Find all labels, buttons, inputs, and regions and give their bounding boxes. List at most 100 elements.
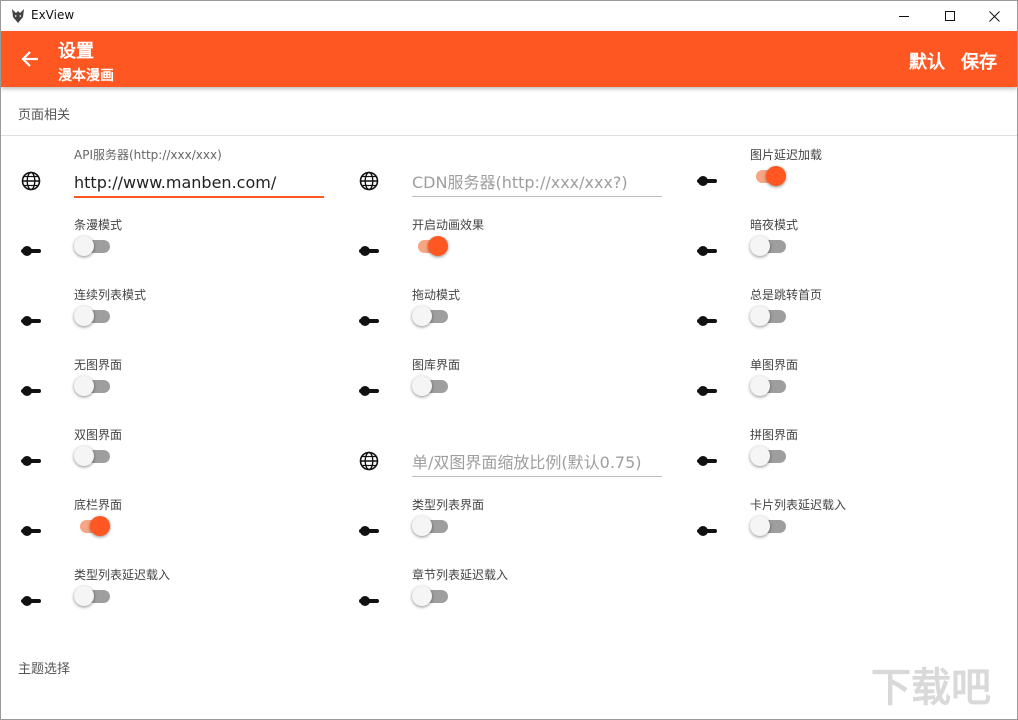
scale-input[interactable]: [412, 448, 662, 476]
setting-item: 卡片列表延迟载入: [695, 496, 995, 556]
setting-label: 开启动画效果: [412, 218, 485, 232]
setting-item: 双图界面: [19, 426, 319, 486]
setting-item: 类型列表界面: [357, 496, 657, 556]
setting-switch[interactable]: [74, 444, 114, 468]
setting-label: 图片延迟加载: [750, 148, 823, 162]
setting-switch[interactable]: [750, 444, 790, 468]
save-button[interactable]: 保存: [961, 48, 997, 74]
setting-switch[interactable]: [750, 374, 790, 398]
minimize-icon: [898, 15, 909, 17]
cdn-server-underline: [412, 196, 662, 197]
setting-label: 暗夜模式: [750, 218, 799, 232]
api-server-input[interactable]: [74, 168, 324, 196]
cdn-server-input[interactable]: [412, 168, 662, 196]
setting-label: 条漫模式: [74, 218, 123, 232]
window-title: ExView: [31, 8, 75, 22]
setting-item: 图片延迟加载: [695, 146, 995, 206]
setting-switch[interactable]: [750, 304, 790, 328]
app-bar: 设置 漫本漫画 默认 保存: [1, 31, 1017, 87]
setting-label: 拼图界面: [750, 428, 799, 442]
setting-switch[interactable]: [74, 584, 114, 608]
setting-item: 类型列表延迟载入: [19, 566, 319, 626]
setting-label: 单图界面: [750, 358, 799, 372]
setting-item: 总是跳转首页: [695, 286, 995, 346]
globe-icon: [357, 449, 381, 473]
close-button[interactable]: [971, 1, 1017, 31]
api-server-label: API服务器(http://xxx/xxx): [74, 148, 222, 162]
setting-label: 图库界面: [412, 358, 461, 372]
section-header-theme: 主题选择: [18, 662, 71, 677]
scale-setting: [357, 426, 662, 486]
setting-item: 图库界面: [357, 356, 657, 416]
setting-label: 无图界面: [74, 358, 123, 372]
setting-item: 单图界面: [695, 356, 995, 416]
maximize-button[interactable]: [927, 1, 973, 31]
toggle-icon: [357, 309, 381, 333]
setting-item: 开启动画效果: [357, 216, 657, 276]
window-title-bar: ExView: [1, 1, 1017, 31]
api-server-setting: API服务器(http://xxx/xxx): [19, 146, 324, 206]
arrow-back-icon: [21, 51, 38, 67]
close-icon: [988, 10, 1000, 22]
setting-label: 卡片列表延迟载入: [750, 498, 847, 512]
setting-label: 连续列表模式: [74, 288, 147, 302]
watermark-logo: 下载吧: [871, 661, 1001, 713]
toggle-icon: [695, 239, 719, 263]
toggle-icon: [357, 519, 381, 543]
setting-item: 拖动模式: [357, 286, 657, 346]
setting-item: 章节列表延迟载入: [357, 566, 657, 626]
setting-label: 总是跳转首页: [750, 288, 823, 302]
toggle-icon: [357, 239, 381, 263]
setting-switch[interactable]: [750, 234, 790, 258]
setting-switch[interactable]: [412, 374, 452, 398]
back-button[interactable]: [15, 44, 45, 74]
setting-item: 无图界面: [19, 356, 319, 416]
section-header-page: 页面相关: [18, 108, 71, 123]
toggle-icon: [357, 379, 381, 403]
setting-item: 拼图界面: [695, 426, 995, 486]
toggle-icon: [19, 449, 43, 473]
toggle-icon: [19, 519, 43, 543]
app-logo-icon: [10, 8, 26, 24]
toggle-icon: [19, 589, 43, 613]
cdn-server-field: [412, 146, 662, 197]
page-title: 设置: [58, 41, 94, 62]
app-window: ExView 设置 漫本漫画 默认 保存 页面相关 API服务器(http://…: [0, 0, 1018, 720]
toggle-icon: [695, 449, 719, 473]
toggle-icon: [695, 519, 719, 543]
api-server-underline: [74, 196, 324, 198]
setting-switch[interactable]: [412, 234, 452, 258]
watermark-text: 下载吧: [871, 665, 991, 709]
toggle-icon: [19, 379, 43, 403]
minimize-button[interactable]: [881, 1, 927, 31]
setting-label: 章节列表延迟载入: [412, 568, 509, 582]
setting-switch[interactable]: [74, 304, 114, 328]
setting-label: 类型列表界面: [412, 498, 485, 512]
toggle-icon: [695, 169, 719, 193]
scale-field: [412, 426, 662, 477]
toggle-icon: [357, 589, 381, 613]
toggle-icon: [19, 239, 43, 263]
setting-item: 暗夜模式: [695, 216, 995, 276]
setting-label: 类型列表延迟载入: [74, 568, 171, 582]
setting-switch[interactable]: [74, 374, 114, 398]
setting-switch[interactable]: [750, 514, 790, 538]
toggle-icon: [695, 379, 719, 403]
default-button[interactable]: 默认: [909, 48, 945, 74]
setting-switch[interactable]: [74, 514, 114, 538]
setting-switch[interactable]: [412, 304, 452, 328]
setting-label: 拖动模式: [412, 288, 461, 302]
toggle-icon: [19, 309, 43, 333]
globe-icon: [19, 169, 43, 193]
setting-item: 连续列表模式: [19, 286, 319, 346]
setting-item: 条漫模式: [19, 216, 319, 276]
setting-label: 双图界面: [74, 428, 123, 442]
setting-switch[interactable]: [74, 234, 114, 258]
setting-label: 底栏界面: [74, 498, 123, 512]
section-divider: [1, 135, 1017, 136]
scale-underline: [412, 476, 662, 477]
setting-switch[interactable]: [412, 514, 452, 538]
setting-switch[interactable]: [750, 164, 790, 188]
setting-switch[interactable]: [412, 584, 452, 608]
toggle-icon: [695, 309, 719, 333]
